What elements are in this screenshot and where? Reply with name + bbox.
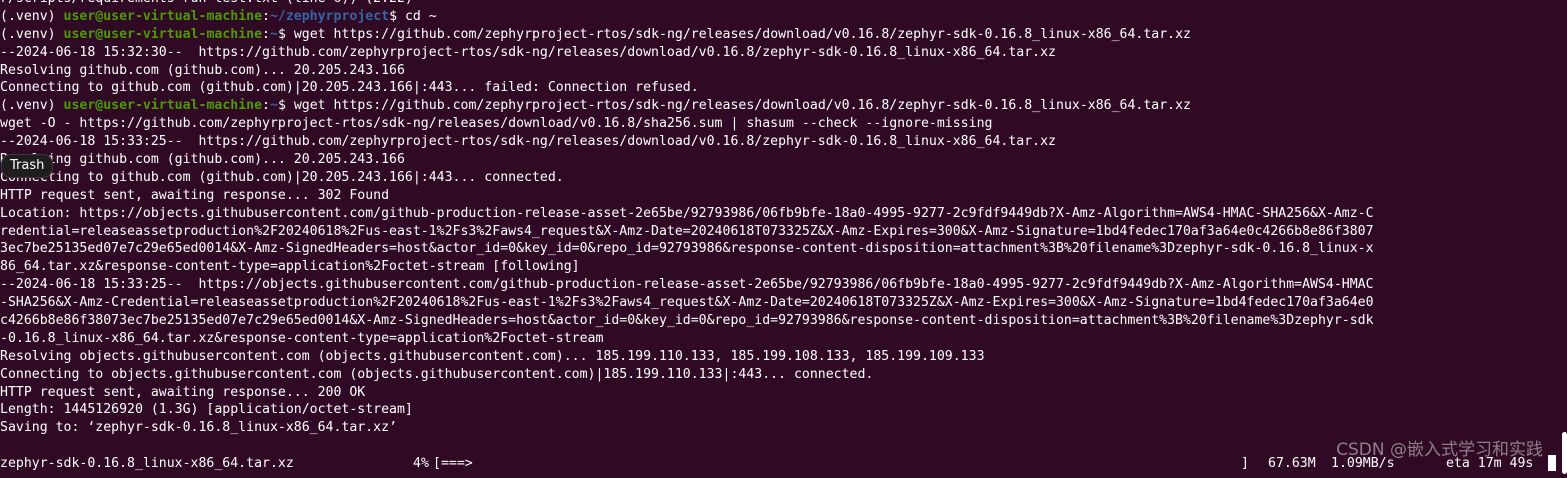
prompt-separator: :	[262, 26, 270, 42]
output-line: HTTP request sent, awaiting response... …	[0, 187, 390, 203]
output-line: Resolving github.com (github.com)... 20.…	[0, 62, 405, 78]
prompt-line: (.venv) user@user-virtual-machine:~$ wge…	[0, 97, 1558, 115]
prompt-user-host: user@user-virtual-machine	[63, 26, 263, 42]
prompt-line: (.venv) user@user-virtual-machine:~$ wge…	[0, 26, 1558, 44]
watermark: CSDN @嵌入式学习和实践	[1336, 440, 1543, 460]
progress-filename: zephyr-sdk-0.16.8_linux-x86_64.tar.xz	[0, 456, 294, 472]
output-line: Resolving github.com (github.com)... 20.…	[0, 152, 405, 168]
output-line: Location: https://objects.githubusercont…	[0, 205, 1374, 221]
output-line: redential=releaseassetproduction%2F20240…	[0, 223, 1374, 239]
output-line: 3ec7be25135ed07e7c29e65ed0014&X-Amz-Sign…	[0, 241, 1374, 257]
output-line: c4266b8e86f38073ec7be25135ed07e7c29e65ed…	[0, 313, 1374, 329]
prompt-separator: :	[262, 8, 270, 24]
output-line: Resolving objects.githubusercontent.com …	[0, 348, 985, 364]
output-line: --2024-06-18 15:33:25-- https://objects.…	[0, 277, 1374, 293]
prompt-separator: :	[262, 98, 270, 114]
output-line: --2024-06-18 15:33:25-- https://github.c…	[0, 134, 1056, 150]
prompt-path: ~/zephyrproject	[269, 8, 390, 24]
output-line: wget -O - https://github.com/zephyrproje…	[0, 116, 993, 132]
output-line: Length: 1445126920 (1.3G) [application/o…	[0, 402, 413, 418]
progress-bar: [===>	[433, 456, 473, 472]
prompt-command: $ wget https://github.com/zephyrproject-…	[277, 98, 1191, 114]
output-line: --2024-06-18 15:32:30-- https://github.c…	[0, 44, 1056, 60]
progress-bar-end: ]	[1241, 456, 1249, 472]
output-line: Connecting to objects.githubusercontent.…	[0, 366, 874, 382]
terminal-window[interactable]: r/scripts/requirements-run-test.txt (lin…	[0, 0, 1567, 478]
trash-tooltip: Trash	[1, 154, 54, 178]
output-line: Connecting to github.com (github.com)|20…	[0, 169, 564, 185]
terminal-output: r/scripts/requirements-run-test.txt (lin…	[0, 0, 1558, 473]
prompt-command: $ wget https://github.com/zephyrproject-…	[277, 26, 1191, 42]
output-line: HTTP request sent, awaiting response... …	[0, 384, 366, 400]
prompt-path: ~	[269, 26, 278, 42]
progress-percent: 4%	[413, 456, 429, 472]
output-line: Saving to: ‘zephyr-sdk-0.16.8_linux-x86_…	[0, 420, 397, 436]
prompt-line: (.venv) user@user-virtual-machine:~/zeph…	[0, 8, 1558, 26]
output-line: -SHA256&X-Amz-Credential=releaseassetpro…	[0, 295, 1374, 311]
prompt-user-host: user@user-virtual-machine	[63, 8, 263, 24]
output-line: r/scripts/requirements-run-test.txt (lin…	[0, 0, 1558, 8]
prompt-env: (.venv)	[0, 8, 64, 24]
prompt-command: $ cd ~	[389, 8, 437, 24]
download-progress: zephyr-sdk-0.16.8_linux-x86_64.tar.xz 4%[…	[0, 455, 1558, 473]
terminal-scrollbar[interactable]	[1562, 432, 1567, 474]
terminal-cursor	[1548, 455, 1556, 471]
prompt-env: (.venv)	[0, 26, 64, 42]
progress-downloaded: 67.63M	[1268, 456, 1316, 472]
prompt-env: (.venv)	[0, 98, 64, 114]
prompt-user-host: user@user-virtual-machine	[63, 98, 263, 114]
prompt-path: ~	[269, 98, 278, 114]
output-line: -0.16.8_linux-x86_64.tar.xz&response-con…	[0, 330, 604, 346]
output-line: 86_64.tar.xz&response-content-type=appli…	[0, 259, 580, 275]
output-line: Connecting to github.com (github.com)|20…	[0, 80, 699, 96]
